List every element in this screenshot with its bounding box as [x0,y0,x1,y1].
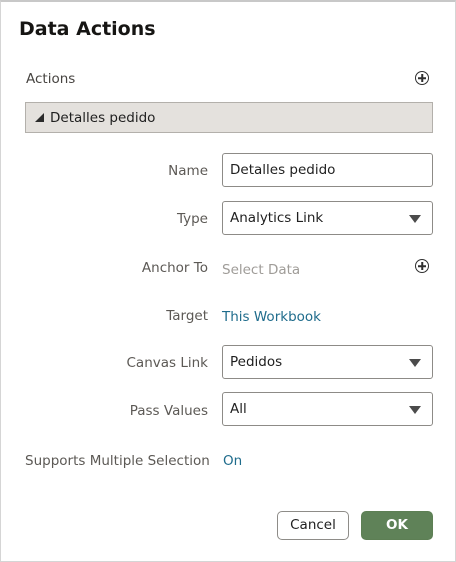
cancel-button[interactable]: Cancel [277,511,349,540]
select-data-placeholder[interactable]: Select Data [222,262,300,278]
target-link[interactable]: This Workbook [222,309,321,325]
dialog-title: Data Actions [19,18,156,40]
pass-values-value: All [230,401,247,417]
target-label: Target [166,308,208,324]
pass-values-label: Pass Values [129,403,208,419]
data-actions-dialog: Data Actions Actions Detalles pedido Nam… [0,0,456,562]
dropdown-caret-icon [409,406,421,414]
action-item-label: Detalles pedido [50,110,156,126]
name-label: Name [168,163,208,179]
canvas-link-label: Canvas Link [126,355,209,371]
anchor-to-label: Anchor To [141,260,208,276]
supports-multiple-selection-label: Supports Multiple Selection [25,453,210,469]
actions-label: Actions [26,71,76,87]
dropdown-caret-icon [409,359,421,367]
type-select-value: Analytics Link [230,210,324,226]
supports-multiple-selection-toggle[interactable]: On [223,453,242,469]
action-list-item[interactable]: Detalles pedido [25,102,433,133]
name-field[interactable]: Detalles pedido [222,153,433,187]
dropdown-caret-icon [409,215,421,223]
canvas-link-value: Pedidos [230,354,283,370]
add-action-icon[interactable] [415,71,429,85]
expand-triangle-icon[interactable] [35,113,44,122]
canvas-link-select[interactable]: Pedidos [222,345,433,379]
type-label: Type [176,211,208,227]
add-anchor-icon[interactable] [415,259,429,273]
type-select[interactable]: Analytics Link [222,201,433,235]
ok-button[interactable]: OK [361,511,433,540]
pass-values-select[interactable]: All [222,392,433,426]
